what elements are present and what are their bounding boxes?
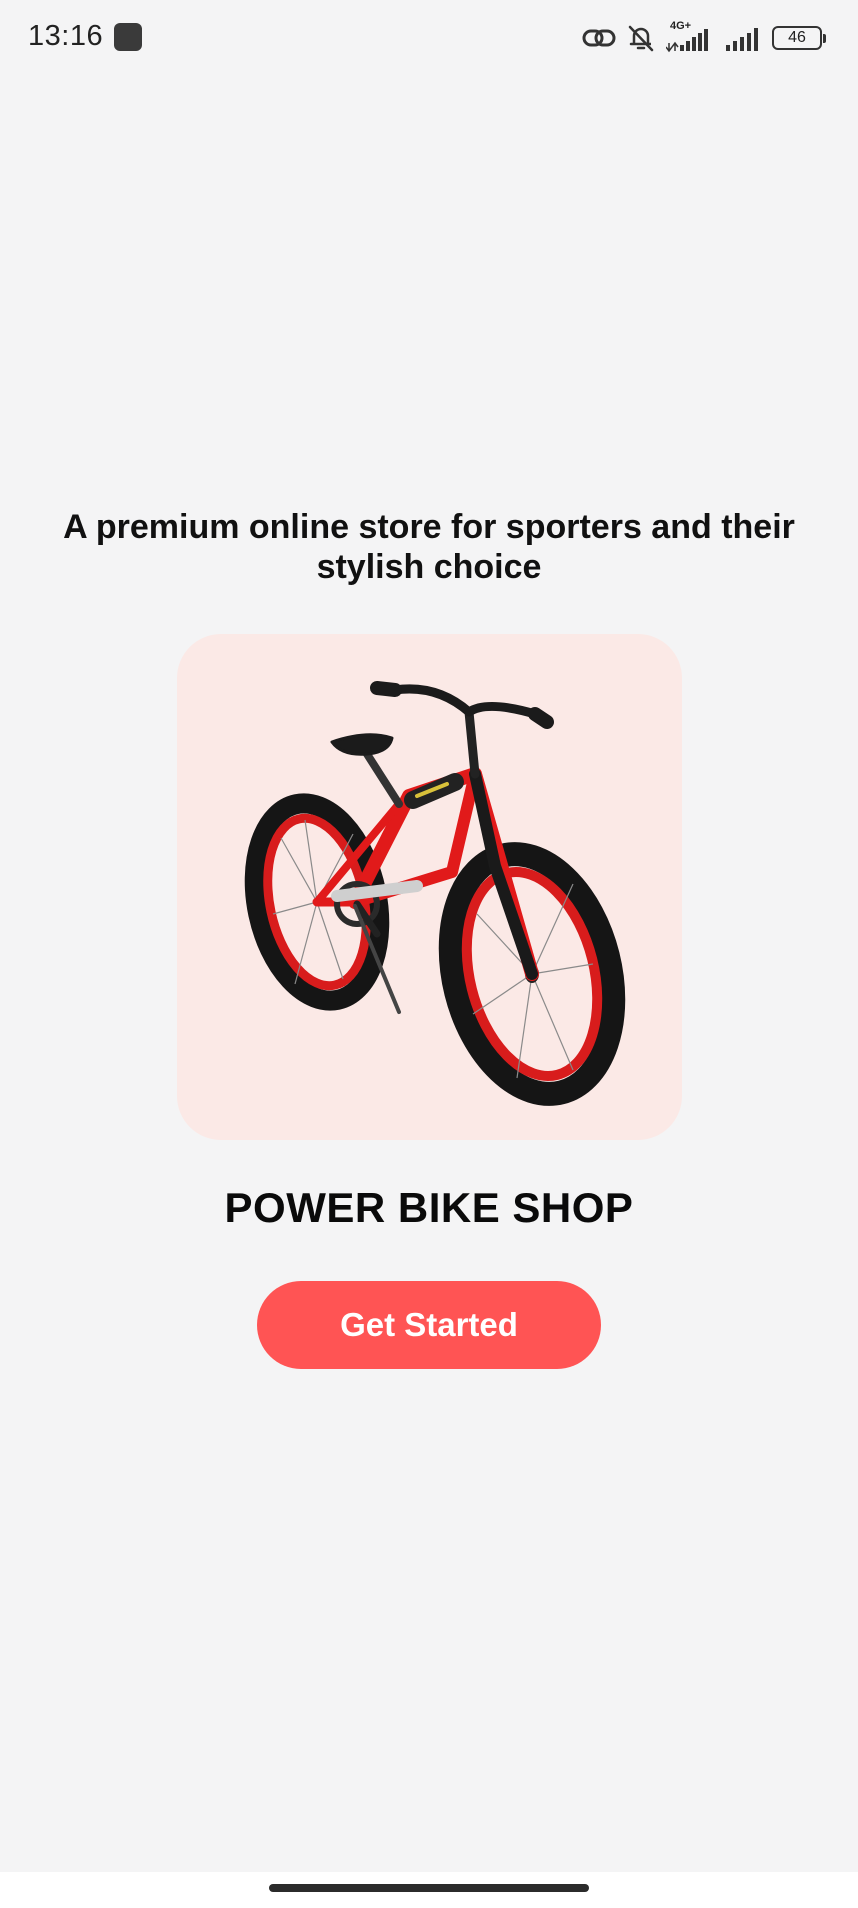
status-icons: 4G+ 46 <box>582 20 826 56</box>
get-started-button[interactable]: Get Started <box>257 1281 601 1369</box>
shop-name: POWER BIKE SHOP <box>224 1184 634 1231</box>
app-notification-icon <box>114 23 142 51</box>
product-image-card <box>177 634 682 1140</box>
status-bar: 13:16 4G+ 46 <box>0 0 858 76</box>
bell-off-icon <box>626 23 656 53</box>
signal-icon <box>724 23 762 53</box>
signal-4g-icon: 4G+ <box>666 20 714 53</box>
status-time: 13:16 <box>28 20 104 52</box>
home-indicator[interactable] <box>269 1884 589 1892</box>
link-icon <box>582 25 616 51</box>
bicycle-image <box>244 681 626 1106</box>
onboarding-headline: A premium online store for sporters and … <box>63 508 795 586</box>
battery-icon: 46 <box>772 26 826 50</box>
